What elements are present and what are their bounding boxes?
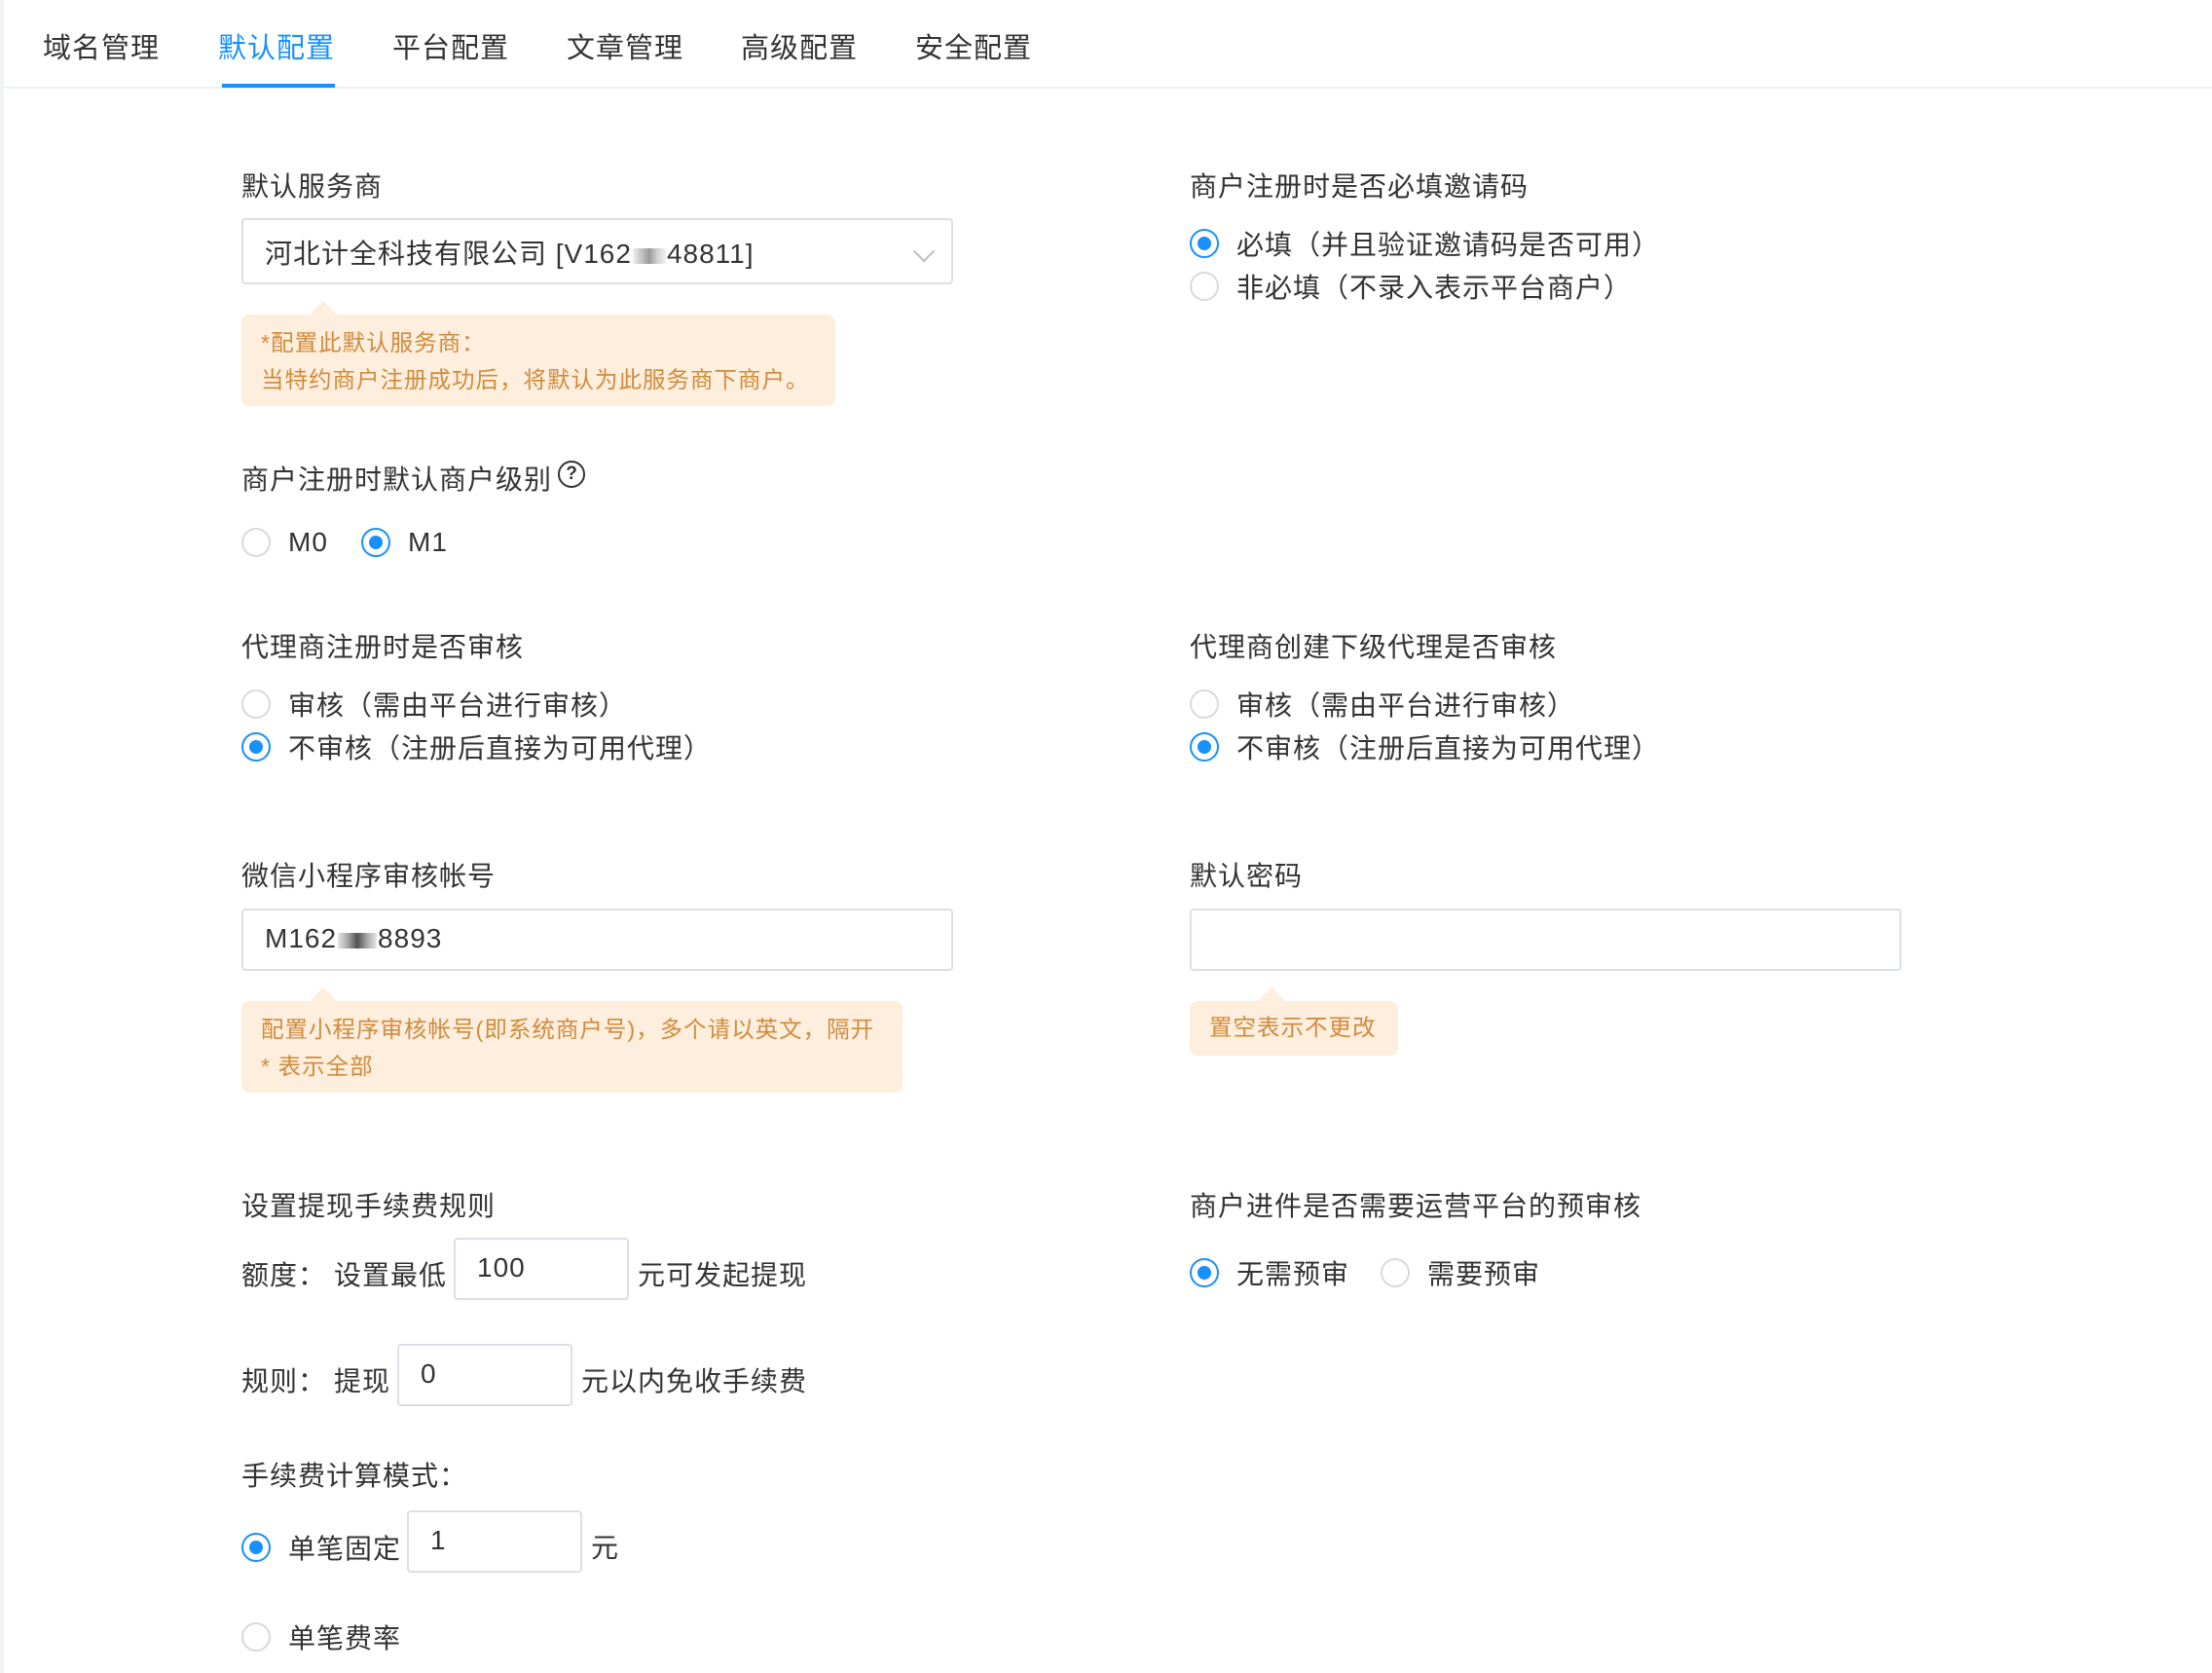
default-password-tip: 置空表示不更改: [1190, 987, 1398, 1056]
tip-line: *配置此默认服务商：: [261, 330, 486, 355]
radio-label: M1: [408, 527, 448, 557]
amount-prefix: 设置最低: [334, 1260, 448, 1290]
radio-circle: [241, 1533, 271, 1562]
amount-suffix: 元可发起提现: [638, 1260, 808, 1290]
tip-line: 配置小程序审核帐号(即系统商户号)，多个请以英文，隔开: [261, 1017, 875, 1042]
redacted-mark: [632, 247, 666, 264]
amount-label: 额度：: [241, 1260, 327, 1290]
radio-fee-fixed[interactable]: 单笔固定: [241, 1528, 401, 1567]
tab-domain-management[interactable]: 域名管理: [43, 25, 160, 66]
tab-article-management[interactable]: 文章管理: [567, 25, 683, 66]
radio-circle: [1381, 1258, 1410, 1287]
tip-line: 当特约商户注册成功后，将默认为此服务商下商户。: [261, 367, 810, 392]
radio-circle: [241, 689, 271, 719]
radio-need-pre-review[interactable]: 需要预审: [1381, 1253, 1540, 1292]
tab-advanced-config[interactable]: 高级配置: [741, 25, 858, 66]
pre-review-label: 商户进件是否需要运营平台的预审核: [1190, 1191, 1642, 1221]
radio-label: 不审核（注册后直接为可用代理）: [1236, 733, 1661, 763]
radio-agent-review[interactable]: 审核（需由平台进行审核）: [241, 685, 627, 724]
redacted-mark: [338, 932, 378, 948]
default-provider-select[interactable]: 河北计全科技有限公司 [V162 48811]: [241, 218, 953, 284]
fixed-fee-value: 1: [430, 1525, 447, 1555]
radio-label: 单笔固定: [288, 1534, 402, 1564]
radio-circle: [241, 528, 271, 557]
tab-security-config[interactable]: 安全配置: [915, 25, 1032, 66]
default-provider-label: 默认服务商: [241, 171, 384, 202]
radio-label: M0: [288, 527, 328, 557]
radio-label: 需要预审: [1427, 1259, 1541, 1289]
sub-agent-review-label: 代理商创建下级代理是否审核: [1190, 632, 1558, 662]
radio-circle: [1190, 1258, 1219, 1287]
radio-sub-agent-no-review[interactable]: 不审核（注册后直接为可用代理）: [1190, 727, 1660, 766]
default-password-input[interactable]: [1190, 909, 1901, 971]
radio-fee-rate[interactable]: 单笔费率: [241, 1617, 401, 1656]
miniprogram-account-label: 微信小程序审核帐号: [241, 861, 497, 891]
free-fee-threshold-value: 0: [421, 1358, 437, 1389]
withdraw-fee-label: 设置提现手续费规则: [241, 1191, 497, 1221]
radio-level-m1[interactable]: M1: [361, 527, 448, 558]
miniprogram-account-tip: 配置小程序审核帐号(即系统商户号)，多个请以英文，隔开 * 表示全部: [241, 987, 903, 1093]
radio-agent-no-review[interactable]: 不审核（注册后直接为可用代理）: [241, 727, 712, 766]
radio-invite-optional[interactable]: 非必填（不录入表示平台商户）: [1190, 267, 1632, 306]
fixed-fee-unit: 元: [591, 1533, 620, 1563]
free-fee-threshold-input[interactable]: 0: [397, 1344, 572, 1406]
tab-default-config[interactable]: 默认配置: [218, 25, 335, 66]
fee-mode-label: 手续费计算模式：: [241, 1461, 468, 1491]
rule-suffix: 元以内免收手续费: [581, 1366, 808, 1396]
min-withdraw-value: 100: [477, 1252, 526, 1283]
radio-label: 无需预审: [1236, 1259, 1350, 1289]
rule-label: 规则：: [241, 1366, 327, 1396]
radio-label: 非必填（不录入表示平台商户）: [1236, 273, 1633, 303]
tab-platform-config[interactable]: 平台配置: [392, 25, 509, 66]
radio-circle: [361, 528, 390, 557]
chevron-down-icon: [912, 240, 936, 263]
radio-circle: [1190, 732, 1219, 762]
left-border: [0, 0, 4, 1673]
radio-circle: [1190, 229, 1219, 258]
merchant-level-label: 商户注册时默认商户级别: [241, 465, 553, 495]
rule-prefix: 提现: [334, 1366, 391, 1396]
radio-circle: [241, 1622, 271, 1652]
invite-code-label: 商户注册时是否必填邀请码: [1190, 171, 1530, 202]
radio-sub-agent-review[interactable]: 审核（需由平台进行审核）: [1190, 685, 1575, 724]
radio-label: 必填（并且验证邀请码是否可用）: [1236, 230, 1661, 260]
radio-label: 审核（需由平台进行审核）: [1236, 690, 1576, 721]
default-provider-tip: *配置此默认服务商： 当特约商户注册成功后，将默认为此服务商下商户。: [241, 301, 835, 406]
radio-no-pre-review[interactable]: 无需预审: [1190, 1253, 1349, 1292]
radio-label: 单笔费率: [288, 1623, 402, 1654]
tip-line: 置空表示不更改: [1209, 1015, 1377, 1040]
radio-circle: [1190, 689, 1219, 719]
radio-label: 审核（需由平台进行审核）: [288, 690, 628, 721]
question-circle-icon[interactable]: ?: [558, 461, 585, 488]
default-provider-value: 河北计全科技有限公司 [V162 48811]: [265, 239, 755, 269]
miniprogram-account-input[interactable]: M162 8893: [241, 909, 953, 971]
tip-line: * 表示全部: [261, 1054, 374, 1079]
miniprogram-account-value: M162 8893: [265, 923, 443, 953]
radio-label: 不审核（注册后直接为可用代理）: [288, 733, 713, 763]
radio-invite-required[interactable]: 必填（并且验证邀请码是否可用）: [1190, 224, 1660, 263]
fixed-fee-input[interactable]: 1: [407, 1510, 582, 1573]
radio-level-m0[interactable]: M0: [241, 527, 328, 558]
default-password-label: 默认密码: [1190, 861, 1304, 891]
agent-review-label: 代理商注册时是否审核: [241, 632, 525, 662]
min-withdraw-input[interactable]: 100: [454, 1238, 629, 1300]
active-tab-indicator: [222, 84, 335, 88]
radio-circle: [1190, 272, 1219, 301]
radio-circle: [241, 732, 271, 762]
tab-bar: 域名管理 默认配置 平台配置 文章管理 高级配置 安全配置: [4, 0, 2212, 89]
